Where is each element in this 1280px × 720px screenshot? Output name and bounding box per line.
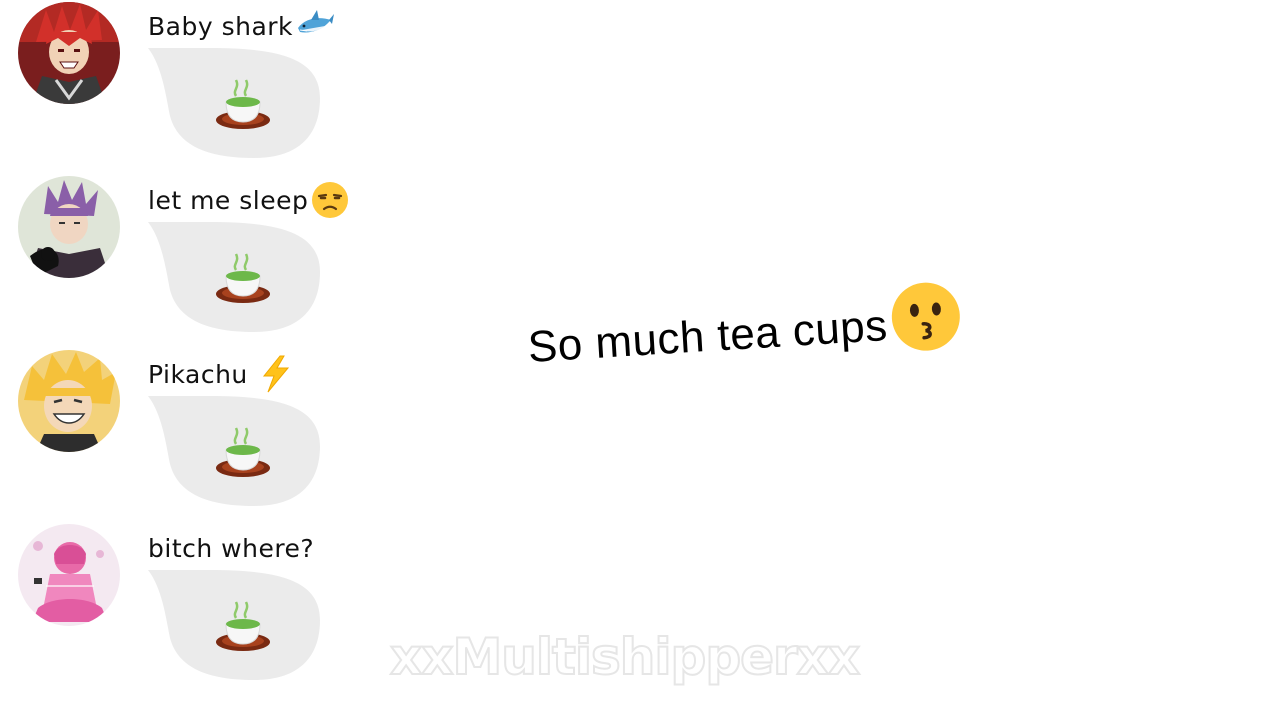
sender-row: bitch where?	[148, 530, 314, 566]
shark-icon	[295, 6, 335, 46]
avatar[interactable]	[18, 350, 120, 452]
avatar[interactable]	[18, 524, 120, 626]
chat-entry: bitch where?	[18, 522, 398, 682]
message-bubble[interactable]	[148, 46, 320, 158]
message-bubble[interactable]	[148, 220, 320, 332]
sender-name: Pikachu	[148, 359, 248, 389]
watermark: xxMultishipperxx	[389, 627, 861, 687]
message-bubble[interactable]	[148, 568, 320, 680]
headline: So much tea cups	[526, 282, 965, 378]
chat-entry: let me sleep	[18, 174, 398, 334]
sender-row: let me sleep	[148, 182, 350, 218]
sender-name: Baby shark	[148, 11, 294, 41]
sender-name: let me sleep	[148, 185, 309, 215]
sender-name: bitch where?	[148, 533, 315, 563]
chat-entry: Pikachu	[18, 348, 398, 508]
unamused-face-icon	[310, 180, 350, 220]
avatar[interactable]	[18, 2, 120, 104]
chat-entry: Baby shark	[18, 0, 398, 160]
chat-list: Baby shark let me sleep Pikachu bitch wh…	[0, 0, 400, 720]
kissing-face-icon	[887, 277, 965, 355]
message-bubble[interactable]	[148, 394, 320, 506]
avatar[interactable]	[18, 176, 120, 278]
lightning-icon	[256, 354, 296, 394]
sender-row: Baby shark	[148, 8, 335, 44]
sender-row: Pikachu	[148, 354, 296, 394]
headline-text: So much tea cups	[526, 301, 889, 372]
